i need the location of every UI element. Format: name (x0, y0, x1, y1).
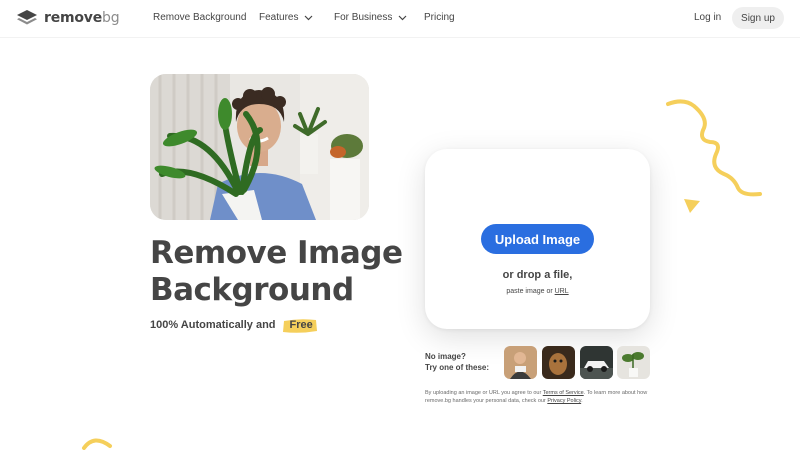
free-badge: Free (282, 317, 321, 333)
nav-features-label: Features (259, 12, 299, 23)
car-thumbnail-icon (580, 346, 613, 379)
chevron-down-icon (305, 15, 313, 20)
hero-photo (150, 74, 369, 220)
legal-notice: By uploading an image or URL you agree t… (425, 389, 660, 405)
plant-thumbnail-icon (617, 346, 650, 379)
upload-card[interactable]: Upload Image or drop a file, paste image… (425, 149, 650, 329)
sample-prompt: No image? Try one of these: (425, 351, 489, 373)
hero-subtitle: 100% Automatically and Free (150, 317, 321, 333)
hero-title-line1: Remove Image (150, 235, 403, 271)
privacy-policy-link[interactable]: Privacy Policy (547, 398, 581, 404)
chevron-down-icon (398, 15, 407, 20)
nav-pricing[interactable]: Pricing (424, 12, 455, 23)
login-link[interactable]: Log in (694, 12, 721, 23)
nav-remove-background[interactable]: Remove Background (153, 12, 246, 23)
nav-remove-background-label: Remove Background (153, 12, 247, 23)
triangle-decoration-icon (684, 199, 700, 213)
person-thumbnail-icon (504, 346, 537, 379)
page: removebg Remove Background Features For … (0, 0, 800, 450)
free-badge-label: Free (289, 319, 313, 331)
sample-prompt-line1: No image? (425, 352, 466, 361)
squiggle-decoration-icon (666, 99, 762, 197)
arc-decoration-icon (82, 438, 112, 450)
signup-button[interactable]: Sign up (732, 7, 784, 29)
sample-prompt-line2: Try one of these: (425, 363, 490, 372)
top-nav: removebg Remove Background Features For … (0, 0, 800, 38)
terms-of-service-link[interactable]: Terms of Service (543, 390, 584, 396)
hero-title: Remove Image Background (150, 235, 410, 309)
sample-thumb-animal[interactable] (542, 346, 575, 379)
upload-image-button[interactable]: Upload Image (481, 224, 594, 254)
paste-text: paste image or URL (425, 288, 650, 295)
person-with-plant-illustration (150, 74, 369, 220)
logo-suffix: bg (102, 10, 120, 26)
nav-pricing-label: Pricing (424, 12, 455, 23)
nav-for-business-label: For Business (334, 12, 393, 23)
legal-text-3: . (581, 398, 583, 404)
paste-url-link[interactable]: URL (555, 288, 569, 295)
hero-subtitle-text: 100% Automatically and (150, 319, 276, 331)
logo[interactable]: removebg (16, 9, 120, 27)
nav-for-business[interactable]: For Business (334, 12, 407, 23)
sample-thumb-car[interactable] (580, 346, 613, 379)
sample-thumb-person[interactable] (504, 346, 537, 379)
logo-text: removebg (44, 10, 120, 26)
nav-features[interactable]: Features (259, 12, 313, 23)
paste-prefix: paste image or (506, 288, 553, 295)
logo-main: remove (44, 10, 103, 26)
drop-file-text: or drop a file, (502, 269, 573, 281)
legal-text-1: By uploading an image or URL you agree t… (425, 390, 542, 396)
hero-title-line2: Background (150, 272, 354, 308)
sample-thumb-plant[interactable] (617, 346, 650, 379)
logo-layers-icon (17, 10, 37, 25)
animal-thumbnail-icon (542, 346, 575, 379)
